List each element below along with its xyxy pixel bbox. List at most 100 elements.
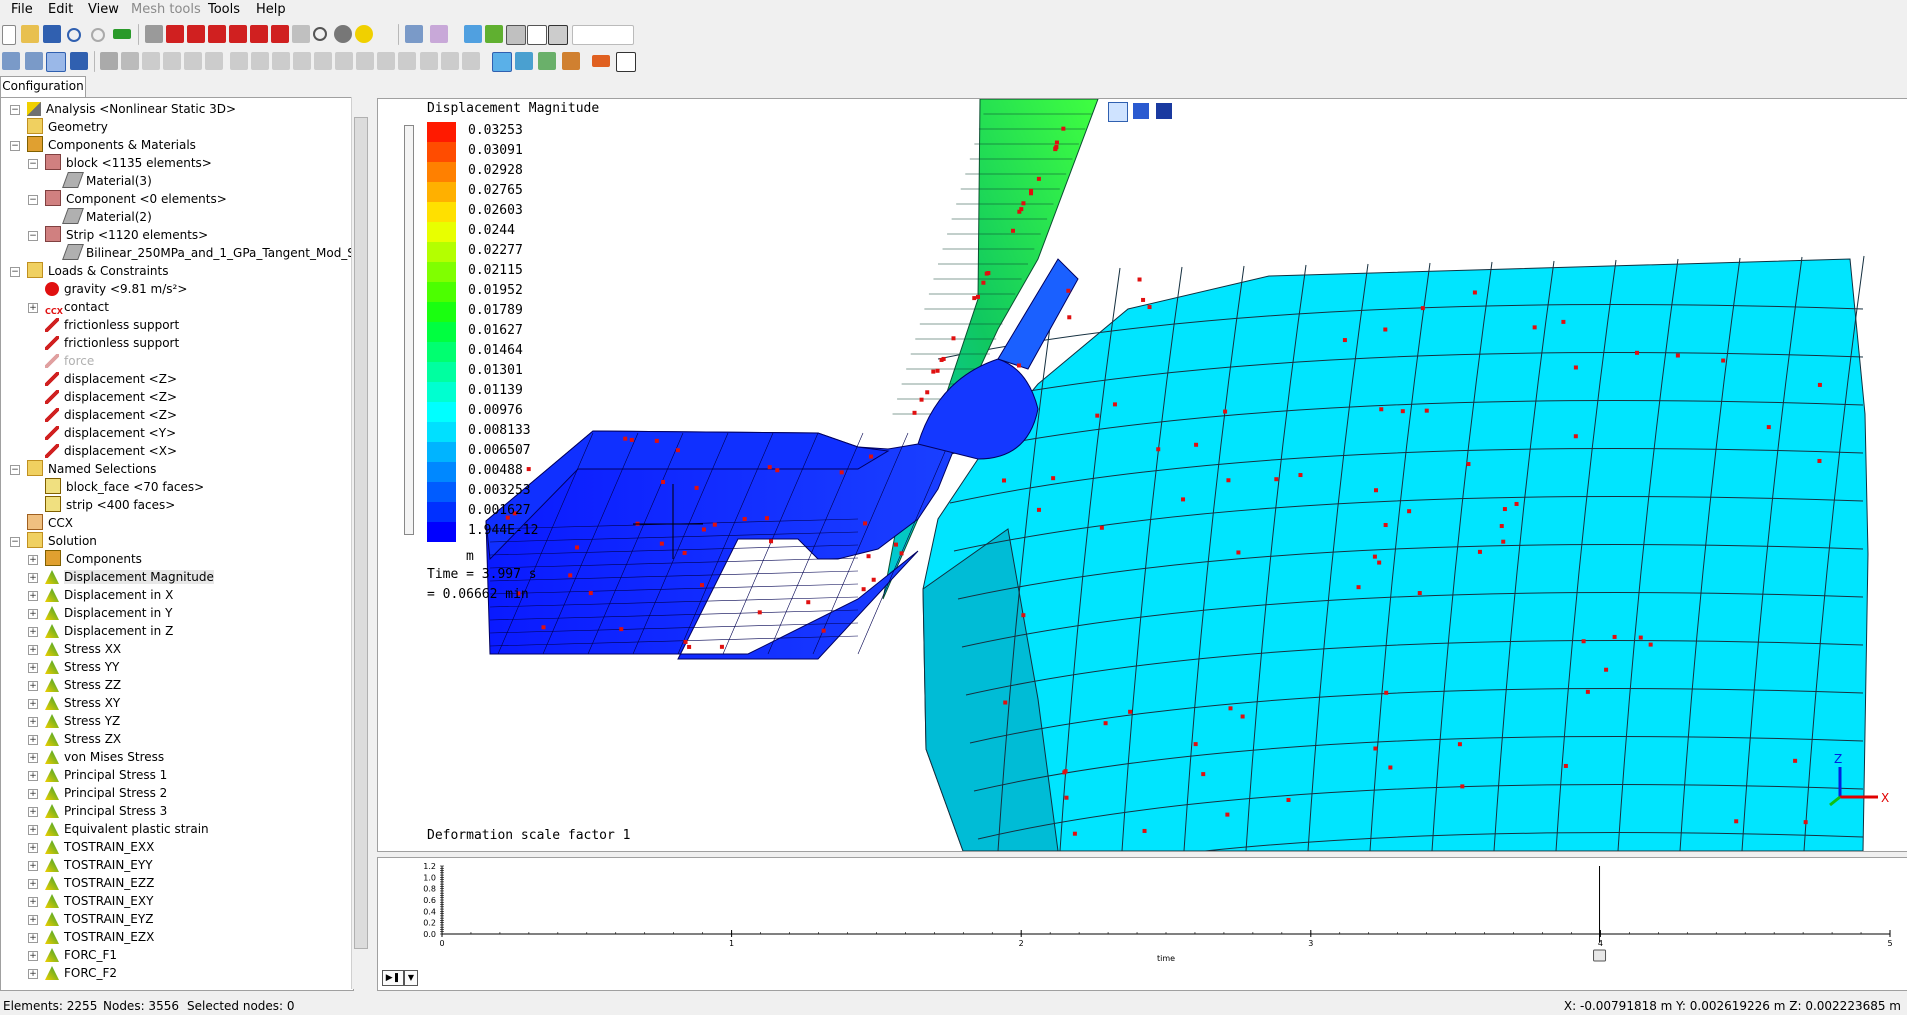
tree-item[interactable]: TOSTRAIN_EXY xyxy=(45,892,153,910)
tree-expander[interactable]: + xyxy=(28,969,38,979)
tree-expander[interactable]: + xyxy=(28,303,38,313)
tree-item[interactable]: block <1135 elements> xyxy=(45,154,212,172)
tree-item[interactable]: TOSTRAIN_EYY xyxy=(45,856,153,874)
view-top-icon[interactable] xyxy=(208,25,226,43)
tree-item[interactable]: displacement <Z> xyxy=(45,406,177,424)
menu-edit[interactable]: Edit xyxy=(48,2,73,17)
tab-configuration[interactable]: Configuration xyxy=(0,76,86,97)
tree-item[interactable]: Principal Stress 1 xyxy=(45,766,167,784)
menu-file[interactable]: File xyxy=(11,2,33,17)
menu-help[interactable]: Help xyxy=(256,2,286,17)
legend-range-slider[interactable] xyxy=(404,125,414,535)
tree-expander[interactable]: − xyxy=(10,105,20,115)
view-iso-icon[interactable] xyxy=(145,25,163,43)
shaded-icon[interactable] xyxy=(506,25,526,45)
view-iso-button[interactable] xyxy=(1108,102,1128,122)
tree-item[interactable]: displacement <Z> xyxy=(45,370,177,388)
animate-icon[interactable] xyxy=(538,52,556,70)
tool-6-icon[interactable] xyxy=(205,52,223,70)
tree-item[interactable]: TOSTRAIN_EXX xyxy=(45,838,154,856)
tree-expander[interactable]: + xyxy=(28,735,38,745)
tree-item[interactable]: Stress ZZ xyxy=(45,676,121,694)
select-face-icon[interactable] xyxy=(70,52,88,70)
tool-1-icon[interactable] xyxy=(100,52,118,70)
tree-item[interactable]: force xyxy=(45,352,94,370)
tree-item[interactable]: Displacement Magnitude xyxy=(45,568,214,586)
tree-item[interactable]: Stress YY xyxy=(45,658,119,676)
tool-18-icon[interactable] xyxy=(462,52,480,70)
tree-item[interactable]: TOSTRAIN_EZZ xyxy=(45,874,154,892)
select-icon[interactable] xyxy=(2,52,20,70)
tree-item[interactable]: Stress XX xyxy=(45,640,121,658)
probe-icon[interactable] xyxy=(430,25,448,43)
results-icon[interactable] xyxy=(562,52,580,70)
tree-item[interactable]: Strip <1120 elements> xyxy=(45,226,208,244)
tree-expander[interactable]: + xyxy=(28,555,38,565)
tree-item[interactable]: displacement <X> xyxy=(45,442,177,460)
tree-item[interactable]: FORC_F2 xyxy=(45,964,117,982)
tool-10-icon[interactable] xyxy=(293,52,311,70)
view-left-icon[interactable] xyxy=(250,25,268,43)
tree-item[interactable]: Component <0 elements> xyxy=(45,190,227,208)
panel-splitter[interactable] xyxy=(369,97,376,989)
mesh-display-icon[interactable] xyxy=(548,25,568,45)
tool-9-icon[interactable] xyxy=(272,52,290,70)
tree-item[interactable]: FORC_F1 xyxy=(45,946,117,964)
tree-item[interactable]: TOSTRAIN_EYZ xyxy=(45,910,153,928)
contour-icon[interactable] xyxy=(492,52,512,72)
tree-expander[interactable]: − xyxy=(10,537,20,547)
undo-icon[interactable] xyxy=(67,28,81,42)
rotate-icon[interactable] xyxy=(334,25,352,43)
tree-expander[interactable]: + xyxy=(28,897,38,907)
tree-item[interactable]: Material(3) xyxy=(62,172,152,190)
tree-expander[interactable]: + xyxy=(28,771,38,781)
deformed-icon[interactable] xyxy=(515,52,533,70)
tree-expander[interactable]: − xyxy=(10,267,20,277)
tool-13-icon[interactable] xyxy=(356,52,374,70)
view-side-button[interactable] xyxy=(1156,103,1172,119)
display-icon[interactable] xyxy=(464,25,482,43)
tree-expander[interactable]: + xyxy=(28,807,38,817)
tree-item[interactable]: Named Selections xyxy=(27,460,156,478)
tool-8-icon[interactable] xyxy=(251,52,269,70)
surface-icon[interactable] xyxy=(485,25,503,43)
view-bottom-icon[interactable] xyxy=(229,25,247,43)
tree-expander[interactable]: + xyxy=(28,699,38,709)
tree-expander[interactable]: + xyxy=(28,789,38,799)
tree-item[interactable]: Loads & Constraints xyxy=(27,262,169,280)
tool-2-icon[interactable] xyxy=(121,52,139,70)
tree-item[interactable]: Principal Stress 3 xyxy=(45,802,167,820)
menu-tools[interactable]: Tools xyxy=(208,2,240,17)
tree-item[interactable]: displacement <Y> xyxy=(45,424,176,442)
tool-17-icon[interactable] xyxy=(441,52,459,70)
tree-expander[interactable]: + xyxy=(28,609,38,619)
redo-icon[interactable] xyxy=(91,28,105,42)
view-right-icon[interactable] xyxy=(271,25,289,43)
tree-item[interactable]: strip <400 faces> xyxy=(45,496,175,514)
tree-item[interactable]: Displacement in X xyxy=(45,586,173,604)
tree-item[interactable]: von Mises Stress xyxy=(45,748,164,766)
play-options-dropdown[interactable]: ▼ xyxy=(404,970,418,986)
tree-expander[interactable]: + xyxy=(28,861,38,871)
tree-item[interactable]: Stress YZ xyxy=(45,712,120,730)
tree-item[interactable]: displacement <Z> xyxy=(45,388,177,406)
tree-item[interactable]: Material(2) xyxy=(62,208,152,226)
tree-item[interactable]: Stress XY xyxy=(45,694,120,712)
tool-14-icon[interactable] xyxy=(377,52,395,70)
tree-expander[interactable]: + xyxy=(28,843,38,853)
zoom-icon[interactable] xyxy=(313,27,327,41)
tree-expander[interactable]: + xyxy=(28,591,38,601)
tool-11-icon[interactable] xyxy=(314,52,332,70)
tree-expander[interactable]: − xyxy=(10,465,20,475)
tree-expander[interactable]: + xyxy=(28,933,38,943)
tree-scrollbar[interactable] xyxy=(351,97,369,989)
new-file-icon[interactable] xyxy=(2,25,16,45)
tree-item[interactable]: Components & Materials xyxy=(27,136,196,154)
tree-expander[interactable]: + xyxy=(28,573,38,583)
tree-expander[interactable]: + xyxy=(28,951,38,961)
zoom-window-icon[interactable] xyxy=(355,25,373,43)
tool-7-icon[interactable] xyxy=(230,52,248,70)
tree-item[interactable]: Equivalent plastic strain xyxy=(45,820,209,838)
tree-expander[interactable]: + xyxy=(28,825,38,835)
tree-expander[interactable]: + xyxy=(28,879,38,889)
